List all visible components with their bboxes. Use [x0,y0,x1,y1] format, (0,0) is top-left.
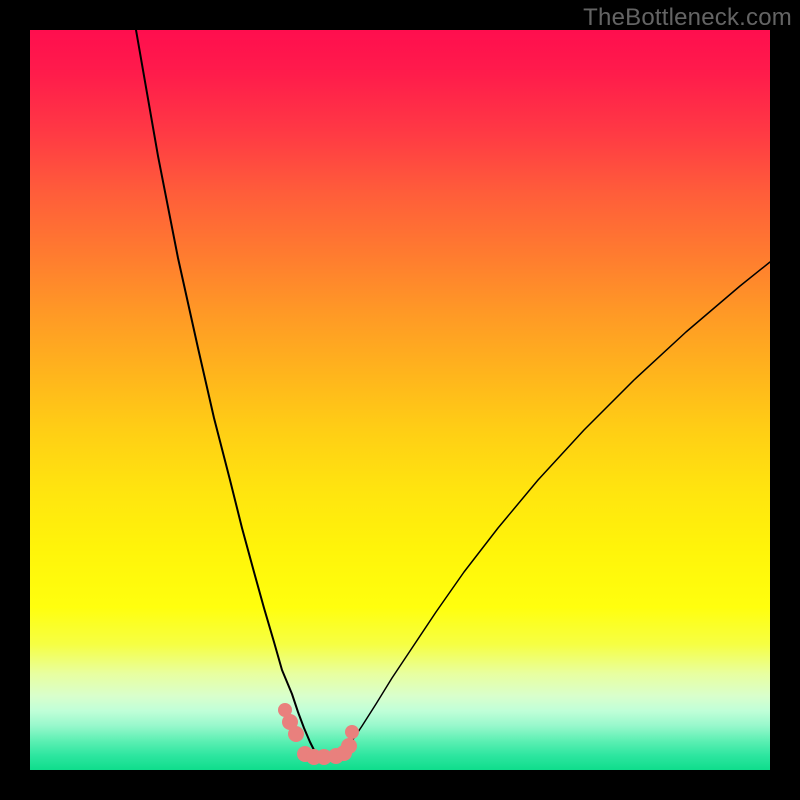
bottom-point-dot [341,738,357,754]
bottom-point-dot [288,726,304,742]
curve-right-branch [342,262,770,754]
bottom-points [278,703,359,765]
curve-left-branch [136,30,316,754]
chart-frame: TheBottleneck.com [0,0,800,800]
bottom-point-dot [345,725,359,739]
plot-area [30,30,770,770]
watermark-text: TheBottleneck.com [583,4,792,32]
curve-svg [30,30,770,770]
